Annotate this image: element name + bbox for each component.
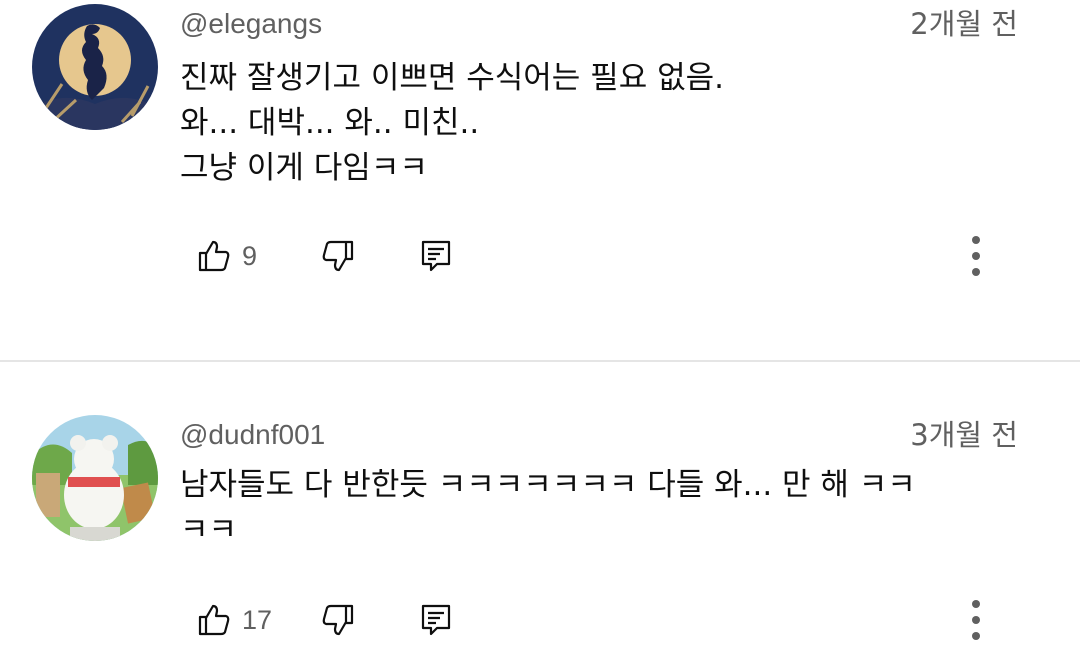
like-button[interactable]: 9 <box>196 234 257 278</box>
like-button[interactable]: 17 <box>196 598 272 642</box>
thumbs-down-icon <box>322 604 354 636</box>
reply-icon <box>421 604 451 636</box>
reply-button[interactable] <box>420 598 452 642</box>
silhouette-moon-avatar-icon <box>32 4 158 130</box>
comment-text-line: ㅋㅋ <box>180 512 238 548</box>
white-bear-avatar-icon <box>32 415 158 541</box>
more-options-button[interactable] <box>968 596 984 644</box>
comment-item: @dudnf001 3개월 전 남자들도 다 반한듯 ㅋㅋㅋㅋㅋㅋㅋ 다들 와.… <box>0 362 1080 661</box>
comment-text-line: 남자들도 다 반한듯 ㅋㅋㅋㅋㅋㅋㅋ 다들 와... 만 해 ㅋㅋ <box>180 467 916 503</box>
dislike-button[interactable] <box>320 234 356 278</box>
comment-text-line: 진짜 잘생기고 이쁘면 수식어는 필요 없음. <box>180 60 724 96</box>
comment-author[interactable]: @dudnf001 <box>180 417 325 453</box>
reply-button[interactable] <box>420 234 452 278</box>
comment-actions: 9 <box>196 234 1016 278</box>
reply-icon <box>421 240 451 272</box>
comment-actions: 17 <box>196 598 1016 642</box>
comment-item: @elegangs 2개월 전 진짜 잘생기고 이쁘면 수식어는 필요 없음. … <box>0 0 1080 360</box>
comment-author[interactable]: @elegangs <box>180 6 322 42</box>
thumbs-up-icon <box>198 240 230 272</box>
comment-text-line: 와... 대박... 와.. 미친.. <box>180 105 480 141</box>
avatar[interactable] <box>32 4 158 130</box>
like-count: 17 <box>242 604 273 635</box>
thumbs-up-icon <box>198 604 230 636</box>
comment-timestamp: 3개월 전 <box>910 418 1018 452</box>
comment-text-line: 그냥 이게 다임ㅋㅋ <box>180 150 428 186</box>
more-vertical-icon <box>972 600 980 640</box>
like-count: 9 <box>242 240 258 271</box>
comment-text: 남자들도 다 반한듯 ㅋㅋㅋㅋㅋㅋㅋ 다들 와... 만 해 ㅋㅋ ㅋㅋ <box>180 463 1030 553</box>
more-options-button[interactable] <box>968 232 984 280</box>
more-vertical-icon <box>972 236 980 276</box>
dislike-button[interactable] <box>320 598 356 642</box>
comment-timestamp: 2개월 전 <box>910 7 1018 41</box>
thumbs-down-icon <box>322 240 354 272</box>
comment-text: 진짜 잘생기고 이쁘면 수식어는 필요 없음. 와... 대박... 와.. 미… <box>180 56 1030 191</box>
avatar[interactable] <box>32 415 158 541</box>
